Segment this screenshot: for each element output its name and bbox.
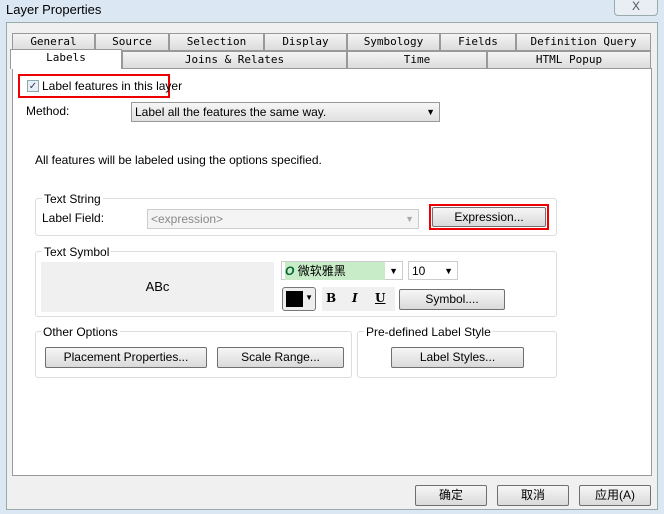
- color-picker[interactable]: ▼: [282, 287, 316, 311]
- method-value: Label all the features the same way.: [135, 105, 327, 119]
- text-symbol-title: Text Symbol: [42, 245, 112, 259]
- label-styles-button[interactable]: Label Styles...: [391, 347, 524, 368]
- tab-display[interactable]: Display: [264, 33, 347, 51]
- ok-button[interactable]: 确定: [415, 485, 487, 506]
- window-title: Layer Properties: [6, 2, 102, 17]
- tab-definition-query[interactable]: Definition Query: [516, 33, 651, 51]
- text-string-title: Text String: [42, 192, 103, 206]
- font-size-select[interactable]: 10 ▼: [408, 261, 458, 280]
- font-value: 微软雅黑: [297, 264, 346, 278]
- expression-button[interactable]: Expression...: [432, 207, 546, 227]
- method-label: Method:: [26, 104, 70, 118]
- label-field-value: <expression>: [151, 212, 224, 226]
- italic-button[interactable]: I: [352, 291, 358, 305]
- method-select[interactable]: Label all the features the same way. ▼: [131, 102, 440, 122]
- font-select[interactable]: O 微软雅黑 ▼: [281, 261, 403, 280]
- bold-button[interactable]: B: [326, 291, 336, 305]
- tab-selection[interactable]: Selection: [169, 33, 264, 51]
- tab-joins-relates[interactable]: Joins & Relates: [122, 51, 347, 69]
- info-text: All features will be labeled using the o…: [35, 153, 322, 167]
- other-options-title: Other Options: [41, 325, 120, 339]
- tab-symbology[interactable]: Symbology: [347, 33, 440, 51]
- tab-time[interactable]: Time: [347, 51, 487, 69]
- underline-button[interactable]: U: [375, 291, 385, 305]
- chevron-down-icon: ▼: [405, 214, 414, 224]
- symbol-preview: ABc: [41, 262, 274, 312]
- close-button[interactable]: X: [614, 0, 658, 16]
- symbol-button[interactable]: Symbol....: [399, 289, 505, 310]
- opentype-font-icon: O: [285, 264, 295, 278]
- chevron-down-icon: ▼: [426, 107, 435, 117]
- tab-labels[interactable]: Labels: [10, 49, 122, 69]
- tab-html-popup[interactable]: HTML Popup: [487, 51, 651, 69]
- label-features-checkbox[interactable]: ✓: [27, 80, 39, 92]
- tab-fields[interactable]: Fields: [440, 33, 516, 51]
- scale-range-button[interactable]: Scale Range...: [217, 347, 344, 368]
- label-field-select[interactable]: <expression> ▼: [147, 209, 419, 229]
- cancel-button[interactable]: 取消: [497, 485, 569, 506]
- chevron-down-icon: ▼: [444, 266, 453, 276]
- color-swatch: [286, 291, 303, 307]
- chevron-down-icon: ▼: [389, 266, 398, 276]
- chevron-down-icon: ▼: [305, 293, 313, 302]
- predefined-style-title: Pre-defined Label Style: [364, 325, 493, 339]
- font-size-value: 10: [412, 264, 426, 278]
- label-field-label: Label Field:: [42, 211, 105, 225]
- label-features-label: Label features in this layer: [42, 79, 183, 93]
- apply-button[interactable]: 应用(A): [579, 485, 651, 506]
- placement-properties-button[interactable]: Placement Properties...: [45, 347, 207, 368]
